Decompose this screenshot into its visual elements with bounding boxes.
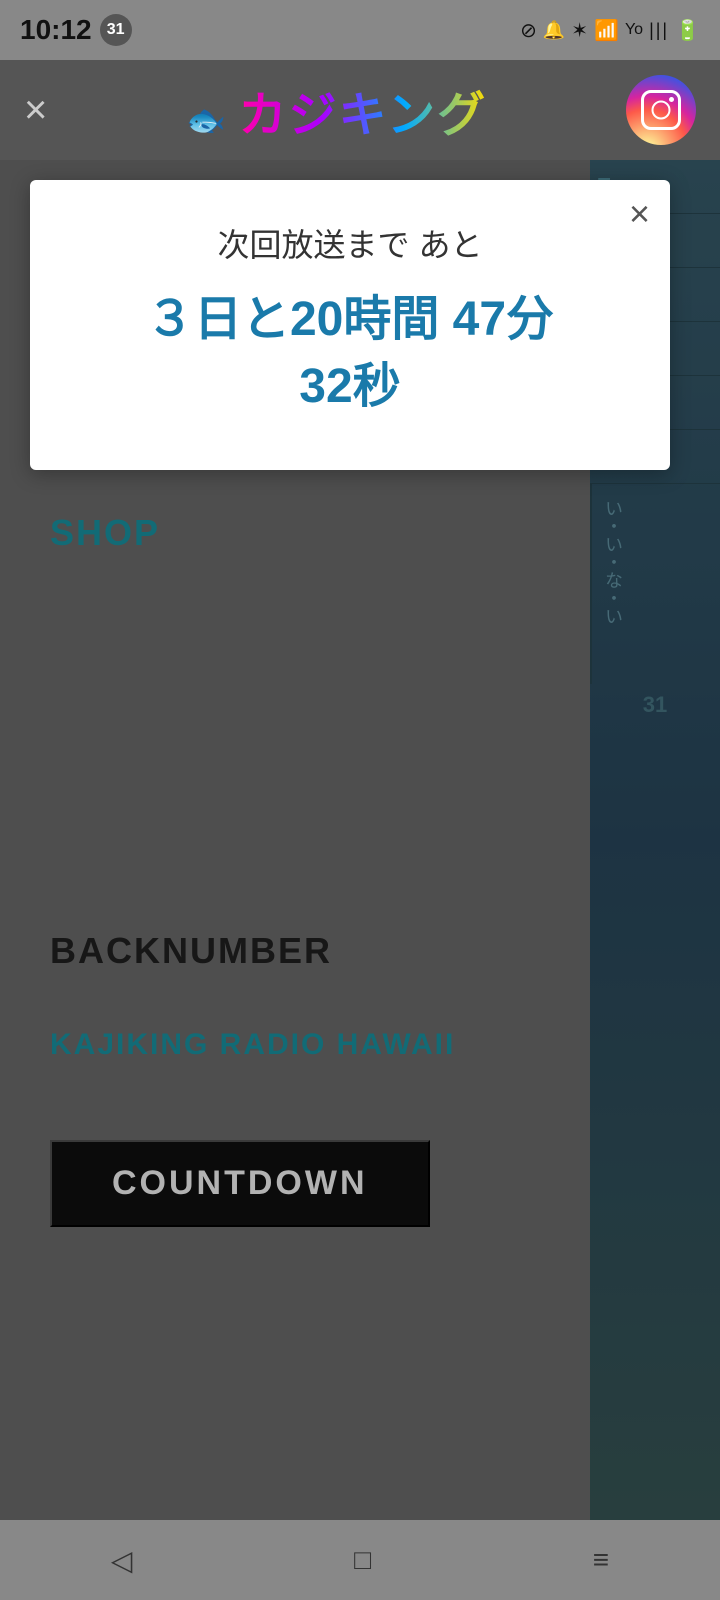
logo-text: カジキング — [239, 89, 488, 142]
status-icons: ⊘ 🔔 ✶ 📶 Yo ||| 🔋 — [520, 18, 700, 43]
bottom-nav: ◁ □ ≡ — [0, 1520, 720, 1600]
signal-text: Yo — [625, 21, 643, 39]
modal-countdown: ３日と20時間 47分 32秒 — [70, 286, 630, 420]
instagram-icon — [641, 90, 681, 130]
main-content: TOP ABOUT PROFILE SHOP BACKNUMBER KAJIKI… — [0, 160, 720, 1520]
lte-icon: ||| — [649, 20, 669, 41]
bluetooth-icon: ✶ — [571, 18, 588, 43]
modal-dialog: × 次回放送まで あと ３日と20時間 47分 32秒 — [30, 180, 670, 470]
instagram-button[interactable] — [626, 75, 696, 145]
back-button[interactable]: ◁ — [81, 1534, 163, 1587]
notification-badge: 31 — [100, 14, 132, 46]
modal-close-button[interactable]: × — [629, 196, 650, 232]
menu-button[interactable]: ≡ — [563, 1534, 639, 1586]
close-menu-button[interactable]: × — [24, 88, 47, 133]
silent-icon: 🔔 — [543, 20, 565, 41]
status-time: 10:12 31 — [20, 14, 132, 46]
modal-subtitle: 次回放送まで あと — [70, 220, 630, 266]
mute-icon: ⊘ — [520, 18, 537, 43]
status-bar: 10:12 31 ⊘ 🔔 ✶ 📶 Yo ||| 🔋 — [0, 0, 720, 60]
modal-overlay: × 次回放送まで あと ３日と20時間 47分 32秒 — [0, 160, 720, 1520]
home-button[interactable]: □ — [324, 1534, 401, 1586]
fish-icon: 🐟 — [186, 101, 226, 139]
battery-icon: 🔋 — [675, 18, 700, 43]
app-logo: 🐟 カジキング — [47, 75, 626, 145]
app-header: × 🐟 カジキング — [0, 60, 720, 160]
wifi-icon: 📶 — [594, 18, 619, 43]
